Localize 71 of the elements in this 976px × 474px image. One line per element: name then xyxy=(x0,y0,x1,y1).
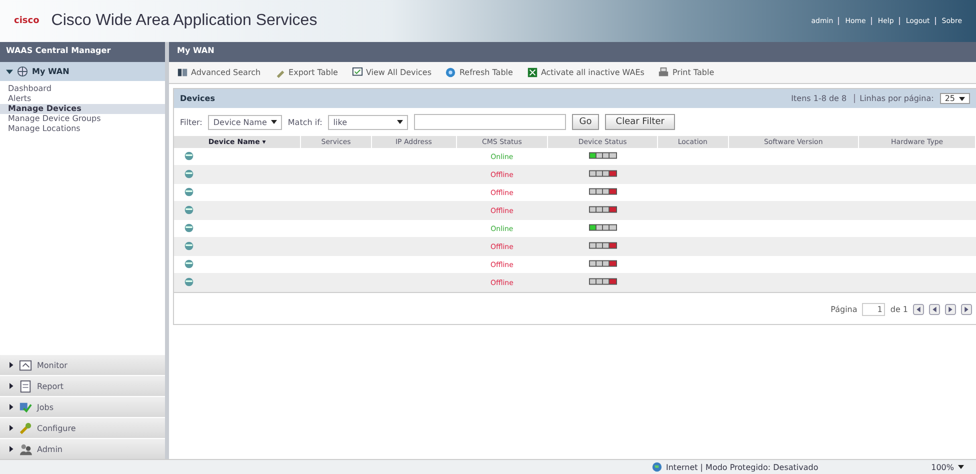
device-icon xyxy=(184,150,194,160)
caret-icon xyxy=(8,425,14,431)
spreadsheet-icon xyxy=(526,67,538,78)
nav-item[interactable]: Alerts xyxy=(0,94,165,104)
previous-page-icon[interactable] xyxy=(929,304,940,315)
page-count: de 1 xyxy=(890,305,908,314)
nav-drawer[interactable]: Configure xyxy=(0,417,165,438)
nav-drawer[interactable]: Jobs xyxy=(0,396,165,417)
match-select[interactable]: like xyxy=(328,114,408,130)
filter-field-select[interactable]: Device Name xyxy=(208,114,282,130)
nav-drawer[interactable]: Admin xyxy=(0,438,165,459)
section-label: My WAN xyxy=(32,67,70,76)
toolbar-button[interactable]: View All Devices xyxy=(352,67,432,78)
globe-icon xyxy=(652,462,662,472)
wrench-icon xyxy=(19,422,32,434)
filter-label: Filter: xyxy=(180,118,202,126)
items-count: Itens 1-8 de 8 xyxy=(791,94,847,103)
refresh-icon xyxy=(445,67,456,78)
document-icon xyxy=(19,380,32,392)
toolbar-button[interactable]: Activate all inactive WAEs xyxy=(526,67,644,78)
next-page-icon[interactable] xyxy=(961,304,972,315)
caret-icon xyxy=(8,362,14,368)
caret-icon xyxy=(8,383,14,389)
rows-per-page-select[interactable]: 25 xyxy=(940,93,970,104)
page-label: Página xyxy=(830,305,858,314)
next-page-icon[interactable] xyxy=(945,304,956,315)
go-button[interactable]: Go xyxy=(572,114,599,130)
nav-item[interactable]: Manage Devices xyxy=(0,104,165,114)
toolbar-button[interactable]: Refresh Table xyxy=(445,67,513,78)
app-title: Cisco Wide Area Application Services xyxy=(51,12,318,30)
rows-per-page-label: Linhas por página: xyxy=(854,94,934,103)
caret-icon xyxy=(397,120,404,124)
nav-section-header[interactable]: My WAN xyxy=(0,62,165,82)
previous-page-icon[interactable] xyxy=(913,304,924,315)
nav-drawer[interactable]: Report xyxy=(0,375,165,396)
device-icon xyxy=(184,204,194,214)
clear-filter-button[interactable]: Clear Filter xyxy=(604,114,676,130)
device-icon xyxy=(184,240,194,250)
device-icon xyxy=(184,186,194,196)
sidebar-title: WAAS Central Manager xyxy=(0,42,165,62)
caret-icon xyxy=(958,465,964,470)
caret-icon xyxy=(6,68,13,75)
device-icon xyxy=(184,276,194,286)
device-icon xyxy=(184,258,194,268)
toolbar-button[interactable]: Print Table xyxy=(658,67,714,78)
page-title-bar: My WAN xyxy=(169,42,976,62)
monitor-icon xyxy=(352,67,363,78)
filter-input[interactable] xyxy=(414,114,566,130)
caret-icon xyxy=(270,120,277,124)
people-icon xyxy=(19,442,32,456)
caret-icon xyxy=(959,96,965,101)
device-icon xyxy=(184,222,194,232)
toolbar-button[interactable]: Export Table xyxy=(274,67,338,78)
security-zone: Internet | Modo Protegido: Desativado xyxy=(666,462,818,472)
nav-item[interactable]: Dashboard xyxy=(0,84,165,94)
jobs-icon xyxy=(19,400,32,414)
toolbar-button[interactable]: Advanced Search xyxy=(177,67,261,78)
nav-item[interactable]: Manage Device Groups xyxy=(0,114,165,124)
globe-icon xyxy=(17,66,28,77)
zoom-level[interactable]: 100% xyxy=(931,462,964,472)
device-icon xyxy=(184,168,194,178)
cisco-logo: cisco xyxy=(14,16,40,26)
panel-title: Devices xyxy=(180,94,215,103)
page-input[interactable]: 1 xyxy=(862,303,886,316)
caret-icon xyxy=(8,404,14,410)
print-icon xyxy=(658,67,670,78)
caret-icon xyxy=(8,446,14,452)
nav-drawer[interactable]: Monitor xyxy=(0,354,165,375)
nav-item[interactable]: Manage Locations xyxy=(0,124,165,134)
match-label: Match if: xyxy=(288,118,322,126)
monitor-icon xyxy=(19,358,32,372)
